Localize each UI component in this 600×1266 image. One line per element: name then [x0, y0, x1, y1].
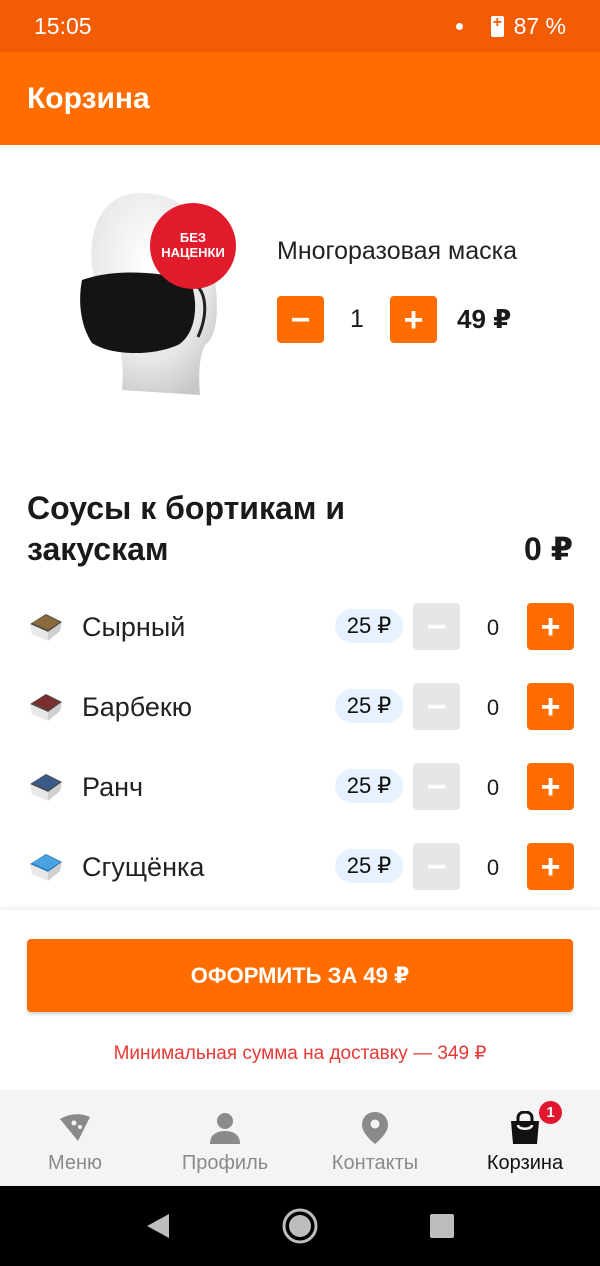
min-order-note: Минимальная сумма на доставку — 349 ₽ — [113, 1043, 487, 1064]
decrease-button[interactable]: − — [413, 763, 460, 810]
sauce-cup-icon — [30, 694, 62, 721]
product-quantity-control: − 1 + 49 ₽ — [277, 296, 511, 343]
cart-count-badge: 1 — [537, 1099, 564, 1126]
recents-icon[interactable] — [429, 1213, 455, 1239]
sauces-header: Соусы к бортикам и закускам 0 ₽ — [27, 488, 575, 570]
product-quantity: 1 — [350, 305, 364, 333]
product-price: 49 ₽ — [457, 304, 512, 334]
sauce-name: Сырный — [82, 612, 186, 642]
nav-item-menu[interactable]: Меню — [0, 1090, 150, 1186]
product-name: Многоразовая маска — [277, 237, 517, 265]
sauces-total: 0 ₽ — [524, 531, 573, 567]
sauce-cup-icon — [30, 614, 62, 641]
status-bar: 15:05 87 % — [0, 0, 600, 52]
cart-product: БЕЗ НАЦЕНКИ Многоразовая маска − 1 + 49 … — [0, 145, 600, 445]
checkout-panel: ОФОРМИТЬ ЗА 49 ₽ Минимальная сумма на до… — [0, 910, 600, 1090]
sauce-quantity: 0 — [486, 695, 500, 720]
sauce-row-ranch: Ранч 25 ₽ − 0 + — [0, 747, 600, 827]
increase-button[interactable]: + — [527, 843, 574, 890]
sauce-cup-icon — [30, 774, 62, 801]
app-bar: Корзина — [0, 52, 600, 145]
system-nav-bar — [0, 1186, 600, 1266]
sauce-quantity: 0 — [486, 855, 500, 880]
sauce-quantity: 0 — [486, 615, 500, 640]
nav-label: Профиль — [181, 1152, 269, 1174]
sauce-row-condensed-milk: Сгущёнка 25 ₽ − 0 + — [0, 827, 600, 907]
increase-button[interactable]: + — [527, 763, 574, 810]
increase-button[interactable]: + — [527, 683, 574, 730]
status-right: 87 % — [455, 12, 566, 40]
decrease-button[interactable]: − — [413, 603, 460, 650]
increase-button[interactable]: + — [527, 603, 574, 650]
sauce-row-cheese: Сырный 25 ₽ − 0 + — [0, 587, 600, 667]
pizza-slice-icon — [58, 1110, 92, 1146]
home-icon[interactable] — [281, 1207, 319, 1245]
location-pin-icon — [361, 1110, 389, 1146]
nav-item-cart[interactable]: 1 Корзина — [450, 1090, 600, 1186]
nav-item-contacts[interactable]: Контакты — [300, 1090, 450, 1186]
nav-label: Контакты — [331, 1152, 419, 1174]
sauce-price: 25 ₽ — [335, 849, 403, 883]
sauces-title: Соусы к бортикам и закускам — [27, 490, 345, 567]
sauce-name: Сгущёнка — [82, 852, 205, 882]
battery-icon — [490, 14, 504, 37]
checkout-button[interactable]: ОФОРМИТЬ ЗА 49 ₽ — [27, 939, 573, 1012]
page-title: Корзина — [27, 81, 150, 115]
sauce-cup-icon — [30, 854, 62, 881]
bottom-nav: Меню Профиль Контакты 1 Корзина — [0, 1090, 600, 1186]
sauce-price: 25 ₽ — [335, 609, 403, 643]
sauce-quantity: 0 — [486, 775, 500, 800]
notification-dot-icon — [455, 22, 463, 30]
nav-label: Меню — [47, 1152, 103, 1174]
no-markup-badge: БЕЗ НАЦЕНКИ — [150, 203, 236, 289]
no-markup-badge-text: БЕЗ НАЦЕНКИ — [161, 230, 225, 260]
status-time: 15:05 — [34, 12, 92, 39]
battery-level: 87 % — [513, 12, 566, 39]
sauce-price: 25 ₽ — [335, 769, 403, 803]
sauce-row-bbq: Барбекю 25 ₽ − 0 + — [0, 667, 600, 747]
decrease-button[interactable]: − — [413, 683, 460, 730]
sauce-name: Ранч — [82, 772, 144, 802]
sauce-name: Барбекю — [82, 692, 192, 722]
nav-item-profile[interactable]: Профиль — [150, 1090, 300, 1186]
person-icon — [208, 1110, 242, 1146]
decrease-button[interactable]: − — [277, 296, 324, 343]
nav-label: Корзина — [486, 1152, 564, 1174]
back-icon[interactable] — [145, 1212, 171, 1240]
sauce-list: Сырный 25 ₽ − 0 + Барбекю 25 ₽ − 0 + Ран… — [0, 587, 600, 907]
decrease-button[interactable]: − — [413, 843, 460, 890]
sauce-price: 25 ₽ — [335, 689, 403, 723]
increase-button[interactable]: + — [390, 296, 437, 343]
